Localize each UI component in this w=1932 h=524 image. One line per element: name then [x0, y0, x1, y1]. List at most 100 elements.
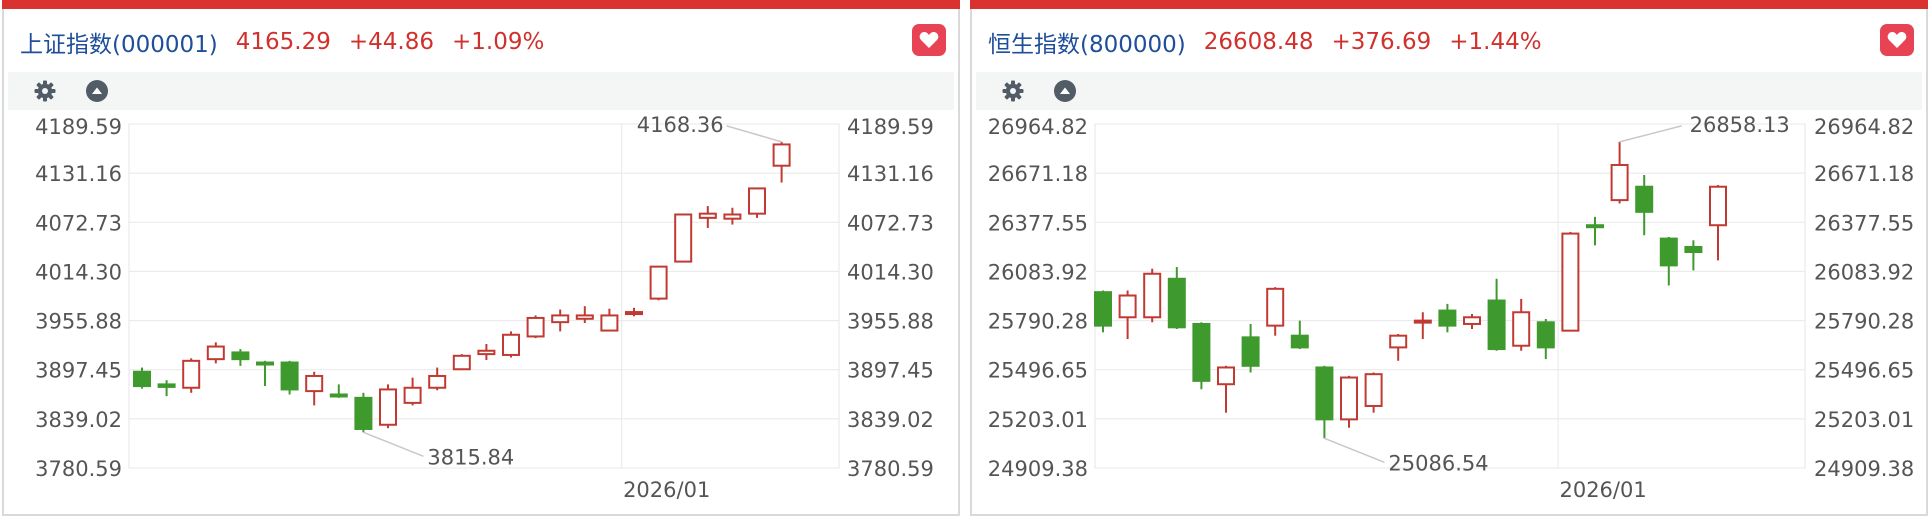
candle[interactable] — [403, 377, 422, 406]
candle[interactable] — [1684, 240, 1703, 271]
candle[interactable] — [182, 358, 201, 393]
y-tick-label-right: 25203.01 — [1814, 408, 1914, 432]
candle-body — [1487, 299, 1506, 351]
candle[interactable] — [1413, 312, 1432, 340]
candle[interactable] — [1143, 268, 1162, 323]
candle[interactable] — [1192, 322, 1211, 390]
y-tick-label-right: 25790.28 — [1814, 310, 1914, 334]
candle[interactable] — [748, 187, 766, 218]
collapse-button[interactable] — [84, 78, 110, 104]
candle-body — [182, 359, 201, 389]
candle[interactable] — [625, 307, 643, 317]
candle[interactable] — [477, 344, 496, 360]
candle[interactable] — [354, 392, 373, 433]
y-tick-label-left: 4131.16 — [35, 162, 122, 186]
favorite-button[interactable] — [912, 24, 946, 56]
candle-body — [1536, 321, 1555, 349]
collapse-button[interactable] — [1052, 78, 1078, 104]
candle[interactable] — [157, 380, 176, 397]
candle[interactable] — [280, 360, 299, 395]
y-tick-label-left: 26377.55 — [988, 211, 1088, 235]
candle[interactable] — [133, 367, 151, 389]
candle-body — [772, 143, 791, 167]
heart-icon — [919, 32, 939, 48]
min-value-label: 25086.54 — [1388, 451, 1488, 475]
index-price: 26608.48 — [1203, 29, 1314, 55]
candle[interactable] — [1463, 313, 1481, 329]
candle-body — [551, 314, 570, 324]
quote-header: 上证指数(000001) 4165.29 +44.86 +1.09% — [20, 24, 544, 60]
index-name[interactable]: 上证指数(000001) — [20, 25, 218, 59]
index-name[interactable]: 恒生指数(800000) — [988, 25, 1186, 59]
candle-body — [1586, 224, 1604, 229]
candle[interactable] — [1635, 175, 1654, 236]
quote-header: 恒生指数(800000) 26608.48 +376.69 +1.44% — [988, 24, 1542, 60]
candle[interactable] — [1266, 287, 1285, 336]
candle-body — [157, 383, 176, 388]
y-tick-label-right: 26083.92 — [1814, 260, 1914, 284]
y-tick-label-right: 25496.65 — [1814, 359, 1914, 383]
candle[interactable] — [1241, 323, 1260, 373]
candle[interactable] — [1709, 185, 1727, 261]
candle[interactable] — [1290, 320, 1309, 350]
candle[interactable] — [1438, 303, 1457, 333]
y-tick-label-left: 4072.73 — [35, 211, 122, 235]
candle-body — [1241, 336, 1260, 367]
candle[interactable] — [502, 331, 520, 358]
y-tick-label-right: 3897.45 — [847, 359, 934, 383]
candle[interactable] — [1118, 290, 1137, 340]
y-tick-label-right: 26671.18 — [1814, 162, 1914, 186]
candle-body — [575, 314, 594, 320]
candle-body — [674, 213, 693, 263]
candle[interactable] — [428, 367, 447, 391]
y-tick-label-right: 26964.82 — [1814, 115, 1914, 139]
candle[interactable] — [1561, 231, 1580, 332]
candle[interactable] — [698, 206, 717, 228]
x-tick-label: 2026/01 — [623, 478, 710, 502]
candle-body — [1118, 294, 1137, 319]
candle[interactable] — [1512, 298, 1531, 351]
candle[interactable] — [329, 384, 348, 398]
candle[interactable] — [600, 308, 619, 332]
candle[interactable] — [1167, 267, 1186, 329]
y-tick-label-left: 3780.59 — [35, 457, 122, 481]
candle[interactable] — [256, 360, 274, 387]
favorite-button[interactable] — [1880, 24, 1914, 56]
y-tick-label-left: 4189.59 — [35, 115, 122, 139]
y-tick-label-right: 3780.59 — [847, 457, 934, 481]
settings-button[interactable] — [32, 78, 58, 104]
index-change-pct: +1.44% — [1449, 29, 1542, 55]
candle[interactable] — [674, 213, 693, 263]
candle-body — [428, 374, 447, 389]
candle[interactable] — [1586, 216, 1604, 246]
y-tick-label-left: 25790.28 — [988, 310, 1088, 334]
candle[interactable] — [1536, 318, 1555, 360]
index-price: 4165.29 — [235, 29, 331, 55]
candle[interactable] — [1315, 365, 1334, 439]
candle[interactable] — [452, 354, 471, 371]
y-tick-label-right: 24909.38 — [1814, 457, 1914, 481]
settings-button[interactable] — [1000, 78, 1026, 104]
candle[interactable] — [1340, 375, 1358, 428]
collapse-up-icon — [1054, 80, 1076, 102]
candle[interactable] — [526, 315, 545, 339]
candle[interactable] — [1217, 365, 1235, 413]
candle[interactable] — [305, 371, 324, 406]
candle[interactable] — [772, 141, 791, 183]
candle[interactable] — [231, 349, 250, 366]
candle[interactable] — [649, 265, 668, 301]
candle[interactable] — [1659, 236, 1678, 286]
candle-body — [452, 354, 471, 371]
candle[interactable] — [1610, 141, 1629, 204]
candle[interactable] — [551, 309, 570, 332]
max-value-label: 26858.13 — [1690, 113, 1790, 137]
candle[interactable] — [1364, 372, 1383, 413]
candle-body — [625, 311, 643, 316]
candle[interactable] — [206, 342, 225, 364]
candle[interactable] — [1389, 334, 1408, 361]
gear-icon — [34, 80, 56, 102]
candle[interactable] — [1094, 290, 1112, 333]
candle[interactable] — [379, 384, 397, 429]
candle[interactable] — [1487, 278, 1506, 351]
heart-icon — [1887, 32, 1907, 48]
